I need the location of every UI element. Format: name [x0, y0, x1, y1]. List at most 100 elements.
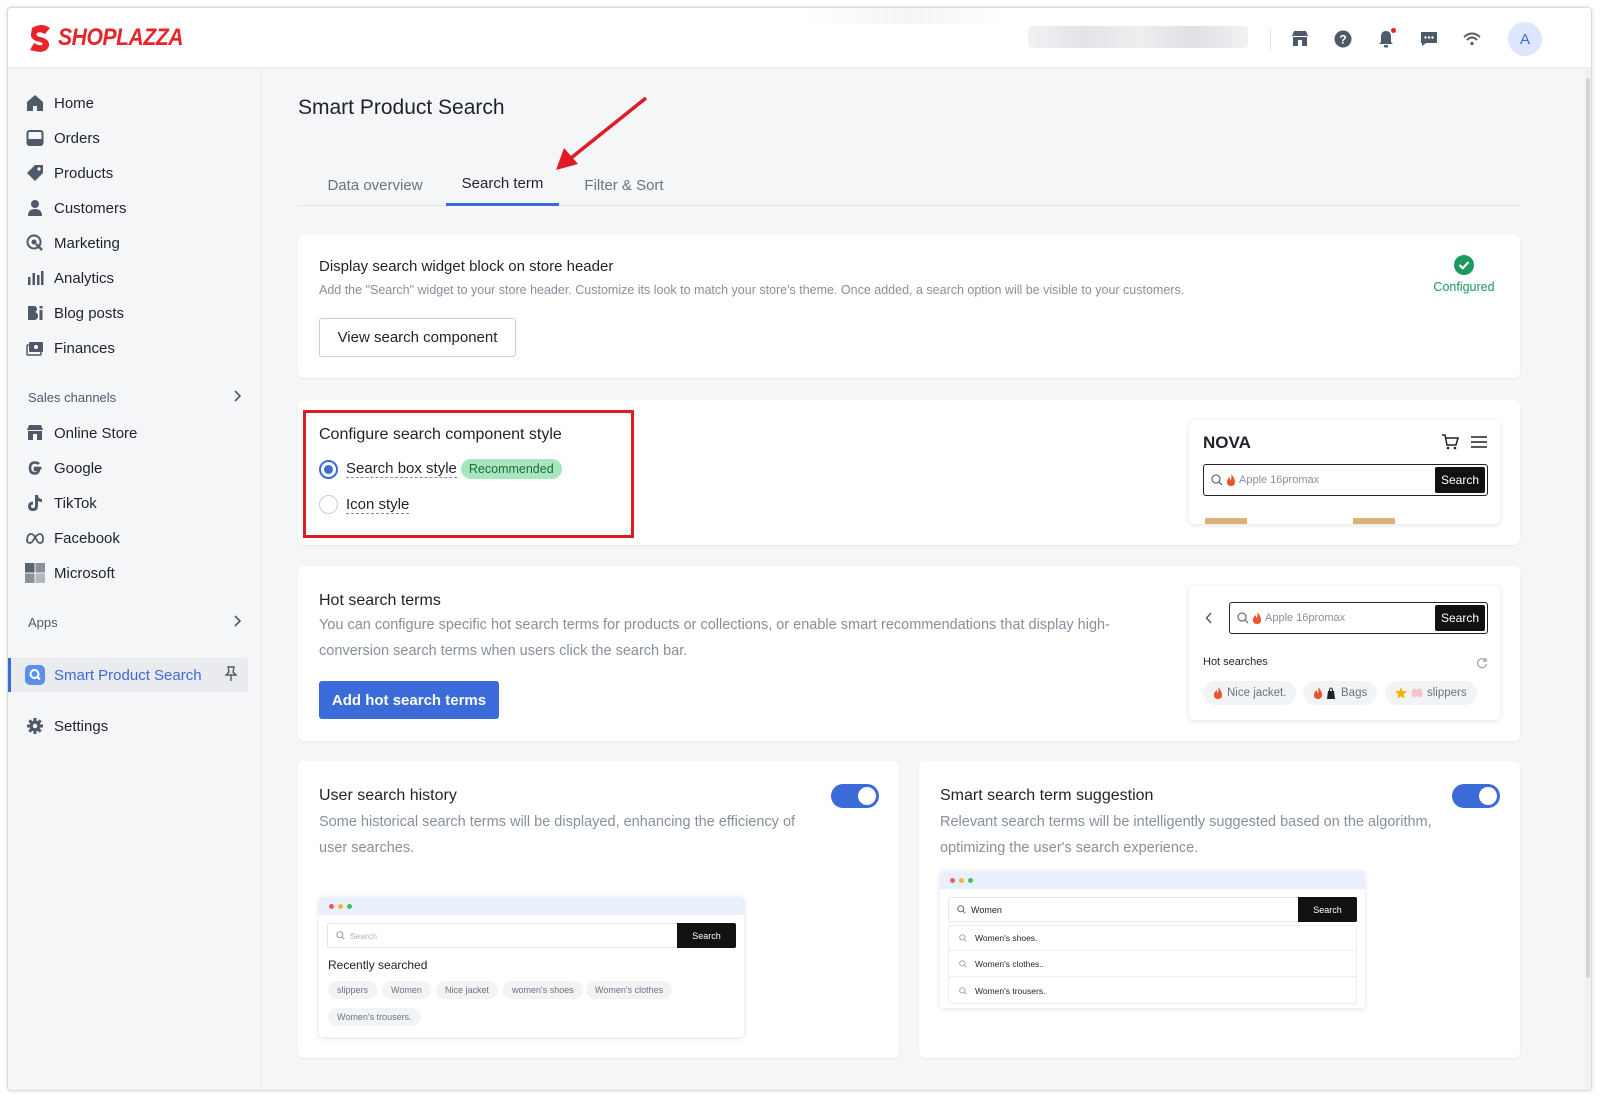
- sidebar-item-finances[interactable]: Finances: [24, 333, 115, 363]
- search-icon: [959, 934, 967, 942]
- store-selector-blurred[interactable]: [1028, 26, 1248, 48]
- slippers-icon: [1411, 688, 1423, 698]
- preview-product-strip: [1205, 518, 1247, 524]
- store-icon: [24, 422, 46, 444]
- scrollbar-thumb[interactable]: [1586, 78, 1590, 978]
- sidebar-item-products[interactable]: Products: [24, 158, 113, 188]
- message-icon[interactable]: [1414, 24, 1444, 54]
- sidebar-item-blog-posts[interactable]: Blog posts: [24, 298, 124, 328]
- svg-text:?: ?: [1339, 33, 1346, 47]
- radio-label: Icon style: [346, 495, 410, 514]
- sidebar-item-home[interactable]: Home: [24, 88, 94, 118]
- wifi-icon[interactable]: [1457, 24, 1487, 54]
- sidebar-item-label: Orders: [54, 129, 100, 147]
- search-icon: [959, 986, 967, 995]
- suggestion-item: Women's shoes.: [949, 926, 1356, 951]
- radio-checked[interactable]: [319, 459, 338, 479]
- section-label: Sales channels: [28, 390, 117, 405]
- sidebar-item-orders[interactable]: Orders: [24, 123, 100, 153]
- suggestion-toggle[interactable]: [1452, 784, 1500, 808]
- pin-icon[interactable]: [224, 666, 238, 686]
- radio-icon-style[interactable]: Icon style: [319, 495, 410, 514]
- check-circle-icon: [1454, 255, 1474, 275]
- radio-label: Search box style: [346, 460, 457, 478]
- suggestion-preview: Women Search Women's shoes. Women's clot…: [940, 871, 1365, 1008]
- avatar[interactable]: A: [1508, 22, 1542, 56]
- preview-query: Apple 16promax: [1239, 474, 1320, 486]
- header-actions: ? A: [1270, 22, 1542, 56]
- preview-search-box: Apple 16promax Search: [1229, 602, 1488, 634]
- widget-card-title: Display search widget block on store hea…: [319, 258, 614, 275]
- view-search-component-button[interactable]: View search component: [319, 318, 516, 357]
- history-toggle[interactable]: [831, 784, 879, 808]
- app-window: SHOPLAZZA ? A Home Orders Products Custo…: [7, 7, 1592, 1091]
- sidebar-item-label: Settings: [54, 717, 109, 735]
- top-bar: SHOPLAZZA ? A: [8, 8, 1591, 68]
- preview-search-button: Search: [1435, 605, 1485, 631]
- sidebar-item-label: TikTok: [54, 494, 97, 512]
- search-icon: [1237, 612, 1249, 624]
- sidebar-item-online-store[interactable]: Online Store: [24, 418, 137, 448]
- hot-search-card: Hot search terms You can configure speci…: [298, 566, 1520, 741]
- preview-search-box: Apple 16promax Search: [1203, 464, 1488, 496]
- tab-bar: Data overview Search term Filter & Sort: [298, 164, 1520, 206]
- help-icon[interactable]: ?: [1328, 24, 1358, 54]
- shoplazza-logo[interactable]: SHOPLAZZA: [28, 24, 200, 52]
- scrollbar[interactable]: [1585, 68, 1591, 1090]
- sidebar-item-label: Microsoft: [54, 564, 115, 582]
- sidebar-item-settings[interactable]: Settings: [24, 711, 108, 741]
- hot-searches-heading: Hot searches: [1203, 656, 1268, 668]
- chip-label: Nice jacket.: [1227, 687, 1287, 699]
- history-chip: women's shoes: [503, 981, 583, 999]
- window-dots: [950, 878, 973, 883]
- sidebar-item-label: Customers: [54, 199, 127, 217]
- sidebar-item-microsoft[interactable]: Microsoft: [24, 558, 115, 588]
- chevron-right-icon: [232, 390, 242, 405]
- fire-icon: [1314, 687, 1322, 699]
- hot-chip: Nice jacket.: [1203, 681, 1297, 705]
- recently-searched-heading: Recently searched: [328, 958, 428, 972]
- star-icon: [1395, 687, 1407, 699]
- sidebar-item-label: Products: [54, 164, 114, 182]
- search-icon: [336, 931, 345, 940]
- radio-unchecked[interactable]: [319, 495, 338, 514]
- meta-icon: [24, 527, 46, 549]
- browser-bar: [940, 871, 1365, 889]
- sidebar-item-facebook[interactable]: Facebook: [24, 523, 120, 553]
- fire-icon: [1227, 474, 1235, 486]
- sales-channels-section[interactable]: Sales channels: [28, 390, 242, 405]
- menu-icon: [1471, 436, 1487, 448]
- suggest-search-box: Women Search: [948, 897, 1357, 922]
- user-icon: [24, 197, 46, 219]
- tag-icon: [24, 162, 46, 184]
- store-icon[interactable]: [1285, 24, 1315, 54]
- window-dots: [329, 904, 352, 909]
- preview-search-button: Search: [1435, 467, 1485, 493]
- history-chip: slippers: [328, 981, 378, 999]
- suggestion-card: Smart search term suggestion Relevant se…: [919, 761, 1520, 1058]
- history-preview: Search Search Recently searched slippers…: [319, 897, 744, 1037]
- sidebar-item-label: Home: [54, 94, 95, 112]
- sidebar-active-item[interactable]: Smart Product Search: [24, 660, 238, 690]
- preview-query: Apple 16promax: [1265, 612, 1346, 624]
- add-hot-search-terms-button[interactable]: Add hot search terms: [319, 681, 499, 719]
- suggestion-card-title: Smart search term suggestion: [940, 787, 1154, 804]
- preview-product-strip: [1353, 518, 1395, 524]
- sidebar-item-customers[interactable]: Customers: [24, 193, 127, 223]
- sidebar-item-tiktok[interactable]: TikTok: [24, 488, 97, 518]
- chevron-right-icon: [232, 615, 242, 630]
- radio-search-box-style[interactable]: Search box style Recommended: [319, 459, 562, 479]
- bell-icon[interactable]: [1371, 24, 1401, 54]
- tab-data-overview[interactable]: Data overview: [318, 164, 432, 206]
- hot-search-preview: Apple 16promax Search Hot searches Nice …: [1189, 586, 1500, 720]
- history-chip: Nice jacket: [436, 981, 499, 999]
- sidebar-item-analytics[interactable]: Analytics: [24, 263, 114, 293]
- hot-chip: Bags: [1303, 681, 1378, 705]
- fire-icon: [1253, 612, 1261, 624]
- search-icon: [957, 905, 966, 914]
- sidebar-item-google[interactable]: Google: [24, 453, 102, 483]
- sidebar-item-marketing[interactable]: Marketing: [24, 228, 120, 258]
- apps-section[interactable]: Apps: [28, 615, 242, 630]
- history-placeholder: Search: [350, 930, 377, 941]
- header-divider: [1270, 28, 1271, 50]
